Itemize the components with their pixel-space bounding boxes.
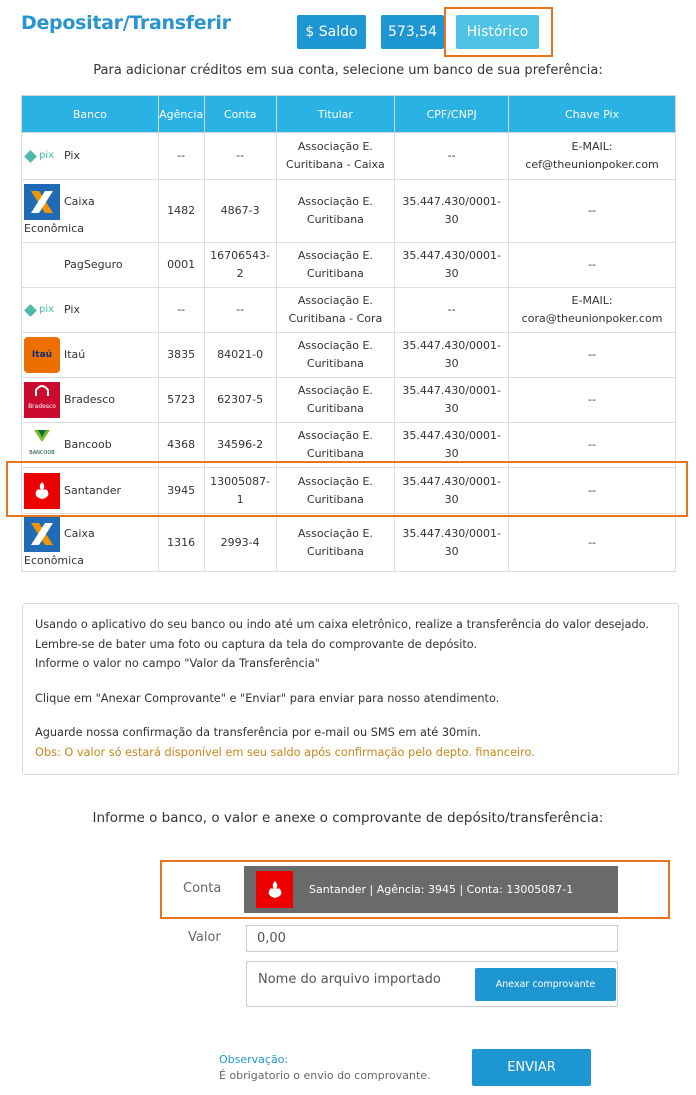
bank-name: Itaú <box>64 348 86 361</box>
agencia-cell: 0001 <box>157 242 205 288</box>
file-upload-box: Nome do arquivo importado Anexar comprov… <box>246 961 618 1007</box>
conta-select[interactable]: Santander | Agência: 3945 | Conta: 13005… <box>244 866 618 913</box>
instructions-text: Para adicionar créditos em sua conta, se… <box>93 63 603 78</box>
conta-cell: 4867-3 <box>203 179 277 243</box>
bradesco-icon: Bradesco <box>24 382 60 418</box>
agencia-cell: -- <box>157 287 205 333</box>
pix-icon: pix <box>24 148 60 164</box>
valor-label: Valor <box>188 930 221 945</box>
cpf-cell: 35.447.430/0001-30 <box>394 179 510 243</box>
table-header-row: Banco Agência Conta Titular CPF/CNPJ Cha… <box>21 95 676 133</box>
highlight-santander-row <box>6 461 688 517</box>
bank-name: Pix <box>64 149 80 162</box>
santander-icon <box>256 871 293 908</box>
observacao-text: É obrigatorio o envio do comprovante. <box>219 1069 431 1082</box>
saldo-value: 573,54 <box>381 15 444 49</box>
titular-cell: Associação E. Curitibana <box>275 332 396 378</box>
header-agencia: Agência <box>157 95 205 133</box>
conta-cell: 62307-5 <box>203 377 277 423</box>
form-title: Informe o banco, o valor e anexe o compr… <box>92 810 604 826</box>
conta-select-value: Santander | Agência: 3945 | Conta: 13005… <box>309 883 574 896</box>
agencia-cell: 1482 <box>157 179 205 243</box>
bank-name: PagSeguro <box>64 258 123 271</box>
agencia-cell: 1316 <box>157 513 205 572</box>
titular-cell: Associação E. Curitibana - Caixa <box>275 132 396 180</box>
titular-cell: Associação E. Curitibana - Cora <box>275 287 396 333</box>
table-row[interactable]: Bradesco Bradesco 5723 62307-5 Associaçã… <box>21 377 676 423</box>
info-line: Aguarde nossa confirmação da transferênc… <box>35 726 482 739</box>
conta-label: Conta <box>183 881 222 896</box>
cpf-cell: -- <box>394 132 510 180</box>
header-banco: Banco <box>21 95 159 133</box>
cpf-cell: 35.447.430/0001-30 <box>394 513 510 572</box>
conta-cell: -- <box>203 132 277 180</box>
titular-cell: Associação E. Curitibana <box>275 242 396 288</box>
enviar-button[interactable]: ENVIAR <box>472 1049 591 1086</box>
titular-cell: Associação E. Curitibana <box>275 179 396 243</box>
agencia-cell: -- <box>157 132 205 180</box>
caixa-icon <box>24 184 60 220</box>
pix-cell: -- <box>508 513 676 572</box>
pix-cell: -- <box>508 242 676 288</box>
highlight-historico <box>444 7 553 57</box>
bank-name: Caixa <box>64 195 95 208</box>
conta-cell: -- <box>203 287 277 333</box>
bank-cell: Caixa Econômica <box>21 513 159 572</box>
bank-name-line2: Econômica <box>24 553 84 567</box>
header-conta: Conta <box>203 95 277 133</box>
table-row[interactable]: pix Pix -- -- Associação E. Curitibana - … <box>21 132 676 180</box>
pix-icon: pix <box>24 302 60 318</box>
bank-cell: pix Pix <box>21 287 159 333</box>
info-line: Clique em "Anexar Comprovante" e "Enviar… <box>35 691 500 705</box>
bank-cell: Bradesco Bradesco <box>21 377 159 423</box>
bank-cell: PagSeguro <box>21 242 159 288</box>
info-line: Informe o valor no campo "Valor da Trans… <box>35 657 320 670</box>
info-obs: Obs: O valor só estará disponível em seu… <box>35 745 535 759</box>
page-title: Depositar/Transferir <box>21 12 231 34</box>
bank-name: Pix <box>64 303 80 316</box>
file-name-text: Nome do arquivo importado <box>258 972 441 987</box>
table-row[interactable]: Itaú Itaú 3835 84021-0 Associação E. Curi… <box>21 332 676 378</box>
header-titular: Titular <box>275 95 396 133</box>
observacao-label: Observação: <box>219 1053 289 1066</box>
bank-cell: Itaú Itaú <box>21 332 159 378</box>
conta-cell: 16706543-2 <box>203 242 277 288</box>
info-box: Usando o aplicativo do seu banco ou indo… <box>22 603 679 775</box>
info-line: Lembre-se de bater uma foto ou captura d… <box>35 637 478 651</box>
pix-cell: E-MAIL: cora@theunionpoker.com <box>508 287 676 333</box>
bancoob-icon: BANCOOB <box>24 427 60 463</box>
header-chave-pix: Chave Pix <box>508 95 676 133</box>
cpf-cell: 35.447.430/0001-30 <box>394 242 510 288</box>
table-row[interactable]: PagSeguro 0001 16706543-2 Associação E. C… <box>21 242 676 288</box>
cpf-cell: 35.447.430/0001-30 <box>394 332 510 378</box>
cpf-cell: 35.447.430/0001-30 <box>394 377 510 423</box>
header-cpf-cnpj: CPF/CNPJ <box>394 95 510 133</box>
bank-name: Caixa <box>64 526 95 540</box>
pix-cell: -- <box>508 179 676 243</box>
conta-cell: 84021-0 <box>203 332 277 378</box>
bank-cell: pix Pix <box>21 132 159 180</box>
pix-cell: E-MAIL: cef@theunionpoker.com <box>508 132 676 180</box>
valor-input[interactable] <box>246 925 618 952</box>
pix-cell: -- <box>508 332 676 378</box>
table-row[interactable]: pix Pix -- -- Associação E. Curitibana - … <box>21 287 676 333</box>
bank-name-line2: Econômica <box>24 222 84 235</box>
conta-cell: 2993-4 <box>203 513 277 572</box>
cpf-cell: -- <box>394 287 510 333</box>
table-row[interactable]: Caixa Econômica 1482 4867-3 Associação E… <box>21 179 676 243</box>
titular-cell: Associação E. Curitibana <box>275 513 396 572</box>
bank-name: Bancoob <box>64 438 112 451</box>
bank-cell: Caixa Econômica <box>21 179 159 243</box>
table-row[interactable]: Caixa Econômica 1316 2993-4 Associação E… <box>21 513 676 572</box>
info-line: Usando o aplicativo do seu banco ou indo… <box>35 618 649 631</box>
itau-icon: Itaú <box>24 337 60 373</box>
agencia-cell: 5723 <box>157 377 205 423</box>
anexar-comprovante-button[interactable]: Anexar comprovante <box>475 968 616 1001</box>
saldo-button[interactable]: $ Saldo <box>297 15 366 49</box>
bank-name: Bradesco <box>64 393 116 406</box>
titular-cell: Associação E. Curitibana <box>275 377 396 423</box>
agencia-cell: 3835 <box>157 332 205 378</box>
caixa-icon <box>24 515 60 552</box>
pix-cell: -- <box>508 377 676 423</box>
